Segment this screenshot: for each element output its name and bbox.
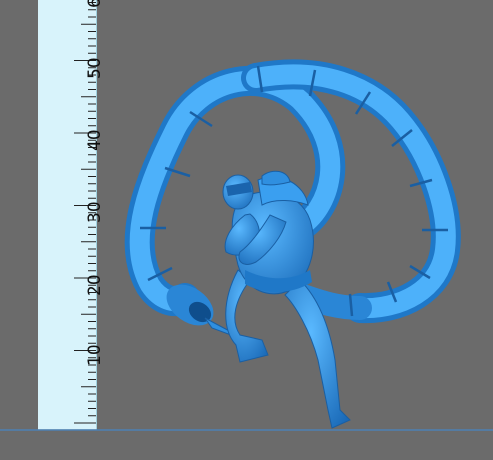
scorpion-figure-model[interactable] — [0, 0, 493, 460]
3d-viewport[interactable]: 60 50 40 30 20 10 — [0, 0, 493, 460]
